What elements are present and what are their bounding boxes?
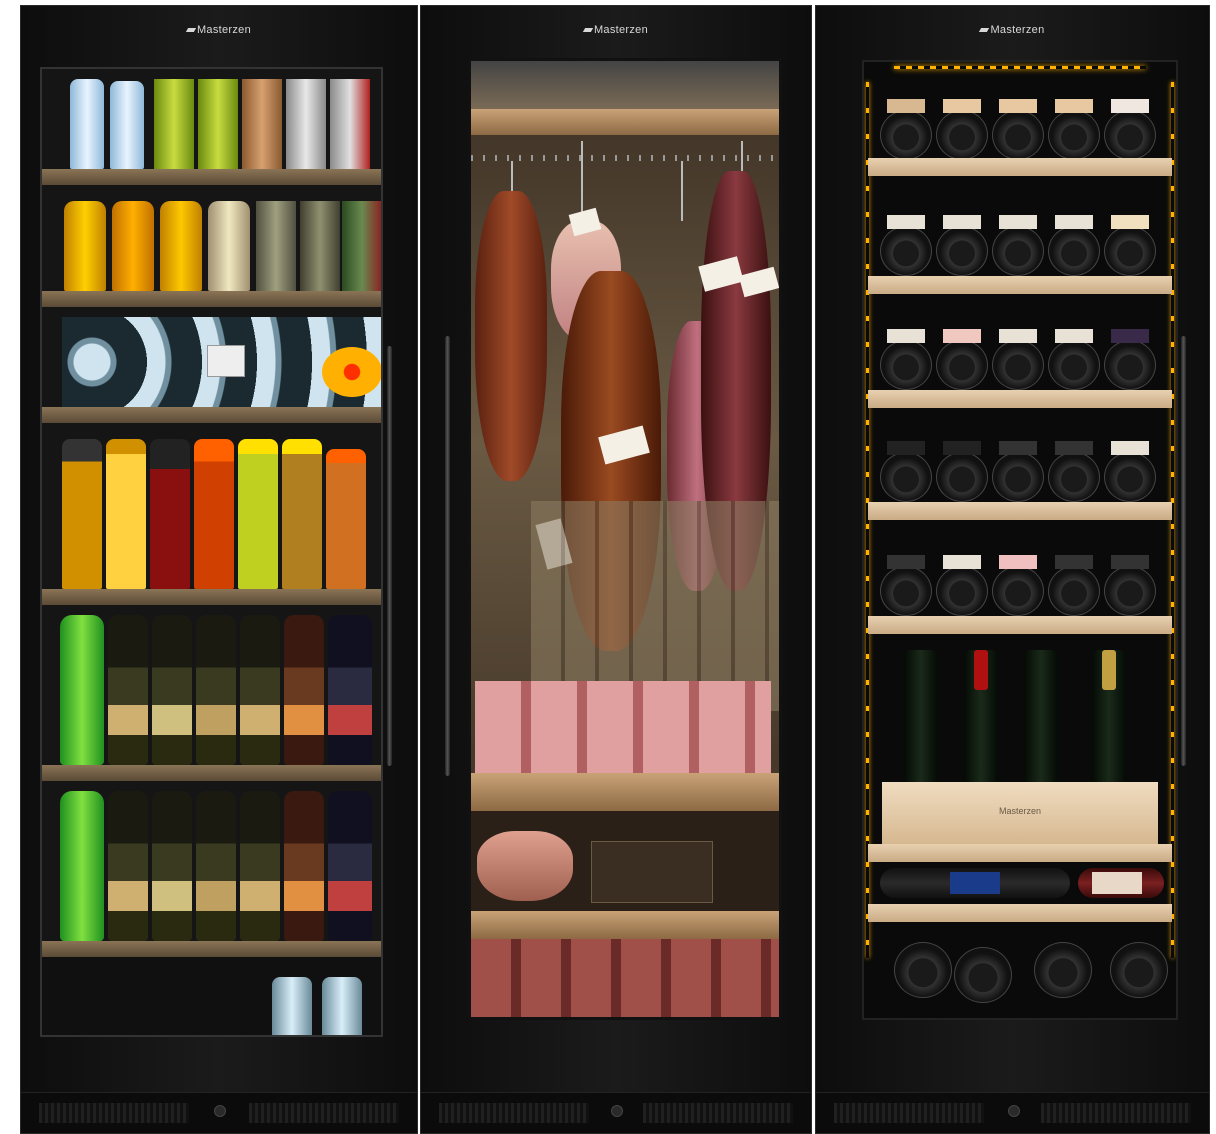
led-strip	[866, 82, 869, 958]
power-button[interactable]	[1007, 1105, 1020, 1117]
wine-bottle	[1110, 942, 1168, 998]
shelf	[42, 291, 381, 307]
wine-bottle	[992, 441, 1044, 502]
lying-wine-bottle	[1078, 868, 1164, 898]
vent-grille	[1041, 1103, 1191, 1123]
shelf	[471, 773, 779, 811]
shelf-row	[42, 423, 381, 589]
shelf-row	[42, 307, 381, 407]
vent-grille	[39, 1103, 189, 1123]
wine-bottle-upright	[964, 650, 998, 782]
wine-bottle	[1048, 99, 1100, 160]
wine-bottle	[1104, 441, 1156, 502]
shelf-row	[471, 811, 779, 911]
wine-bottle	[894, 942, 952, 998]
shelf	[42, 169, 381, 185]
wine-bottle	[992, 555, 1044, 616]
wine-bottle	[936, 215, 988, 276]
door-handle[interactable]	[1181, 336, 1186, 766]
vent-grille	[643, 1103, 793, 1123]
wine-glass-door[interactable]: Masterzen	[862, 60, 1178, 1020]
hook	[681, 161, 683, 221]
wine-bottle	[880, 441, 932, 502]
wine-bottle-upright	[904, 650, 938, 782]
wine-shelf	[868, 844, 1172, 862]
wooden-crate: Masterzen	[882, 782, 1158, 844]
wine-bottle	[880, 329, 932, 390]
wine-bottle	[1104, 329, 1156, 390]
upright-bottles	[864, 642, 1176, 782]
wine-bottle	[1048, 441, 1100, 502]
wine-bottle	[1048, 329, 1100, 390]
power-button[interactable]	[611, 1105, 623, 1117]
door-handle[interactable]	[445, 336, 450, 776]
back-panel	[531, 501, 779, 711]
wine-shelf	[868, 904, 1172, 922]
wine-bottle	[1034, 942, 1092, 998]
beverage-glass-door[interactable]	[40, 67, 383, 1037]
led-strip	[894, 66, 1146, 69]
vent-grille	[834, 1103, 984, 1123]
shelf-row	[42, 69, 381, 169]
wine-shelf	[868, 158, 1172, 176]
wine-bottle	[936, 329, 988, 390]
wine-bottle-upright	[1024, 650, 1058, 782]
meat-glass-door[interactable]	[468, 58, 782, 1020]
sausage	[475, 191, 547, 481]
wine-bottle	[992, 99, 1044, 160]
wine-shelf	[868, 276, 1172, 294]
wine-shelf	[868, 390, 1172, 408]
shelf-row	[42, 185, 381, 291]
shelf	[42, 407, 381, 423]
vent-grille	[249, 1103, 399, 1123]
shelf	[471, 911, 779, 939]
wine-bottle	[1104, 215, 1156, 276]
shelf	[471, 109, 779, 135]
plinth	[421, 1092, 811, 1133]
wine-bottle	[880, 215, 932, 276]
wine-bottle	[992, 215, 1044, 276]
top-light	[471, 61, 779, 109]
brand-logo: Masterzen	[816, 24, 1209, 36]
led-strip	[1171, 82, 1174, 958]
power-button[interactable]	[214, 1105, 226, 1117]
wine-bottle	[954, 947, 1012, 1003]
brand-logo: Masterzen	[21, 24, 417, 36]
wine-bottle	[1048, 555, 1100, 616]
shelf-row	[42, 957, 381, 1035]
wine-shelf	[868, 616, 1172, 634]
wine-bottle	[1104, 99, 1156, 160]
plinth	[816, 1092, 1209, 1133]
shelf-row	[42, 781, 381, 941]
hanging-rack	[471, 155, 779, 161]
wine-bottle	[880, 99, 932, 160]
brand-logo: Masterzen	[421, 24, 811, 36]
crate-logo: Masterzen	[998, 806, 1042, 816]
wine-bottle	[936, 99, 988, 160]
wine-bottle	[936, 555, 988, 616]
shelf	[42, 589, 381, 605]
plinth	[21, 1092, 417, 1133]
wine-bottle	[936, 441, 988, 502]
wine-bottle	[1104, 555, 1156, 616]
lying-wine-bottle	[880, 868, 1070, 898]
tray	[591, 841, 713, 903]
meat-cut	[477, 831, 573, 901]
hook	[581, 141, 583, 221]
champagne-bottle	[1092, 650, 1126, 782]
shelf	[42, 765, 381, 781]
wine-shelf	[868, 502, 1172, 520]
door-handle[interactable]	[387, 346, 392, 766]
shelf-row	[42, 605, 381, 765]
wine-bottle	[880, 555, 932, 616]
wine-bottle	[1048, 215, 1100, 276]
vent-grille	[439, 1103, 589, 1123]
meat-tray	[471, 939, 779, 1017]
ribs-tray	[475, 681, 771, 773]
shelf	[42, 941, 381, 957]
wine-bottle	[992, 329, 1044, 390]
